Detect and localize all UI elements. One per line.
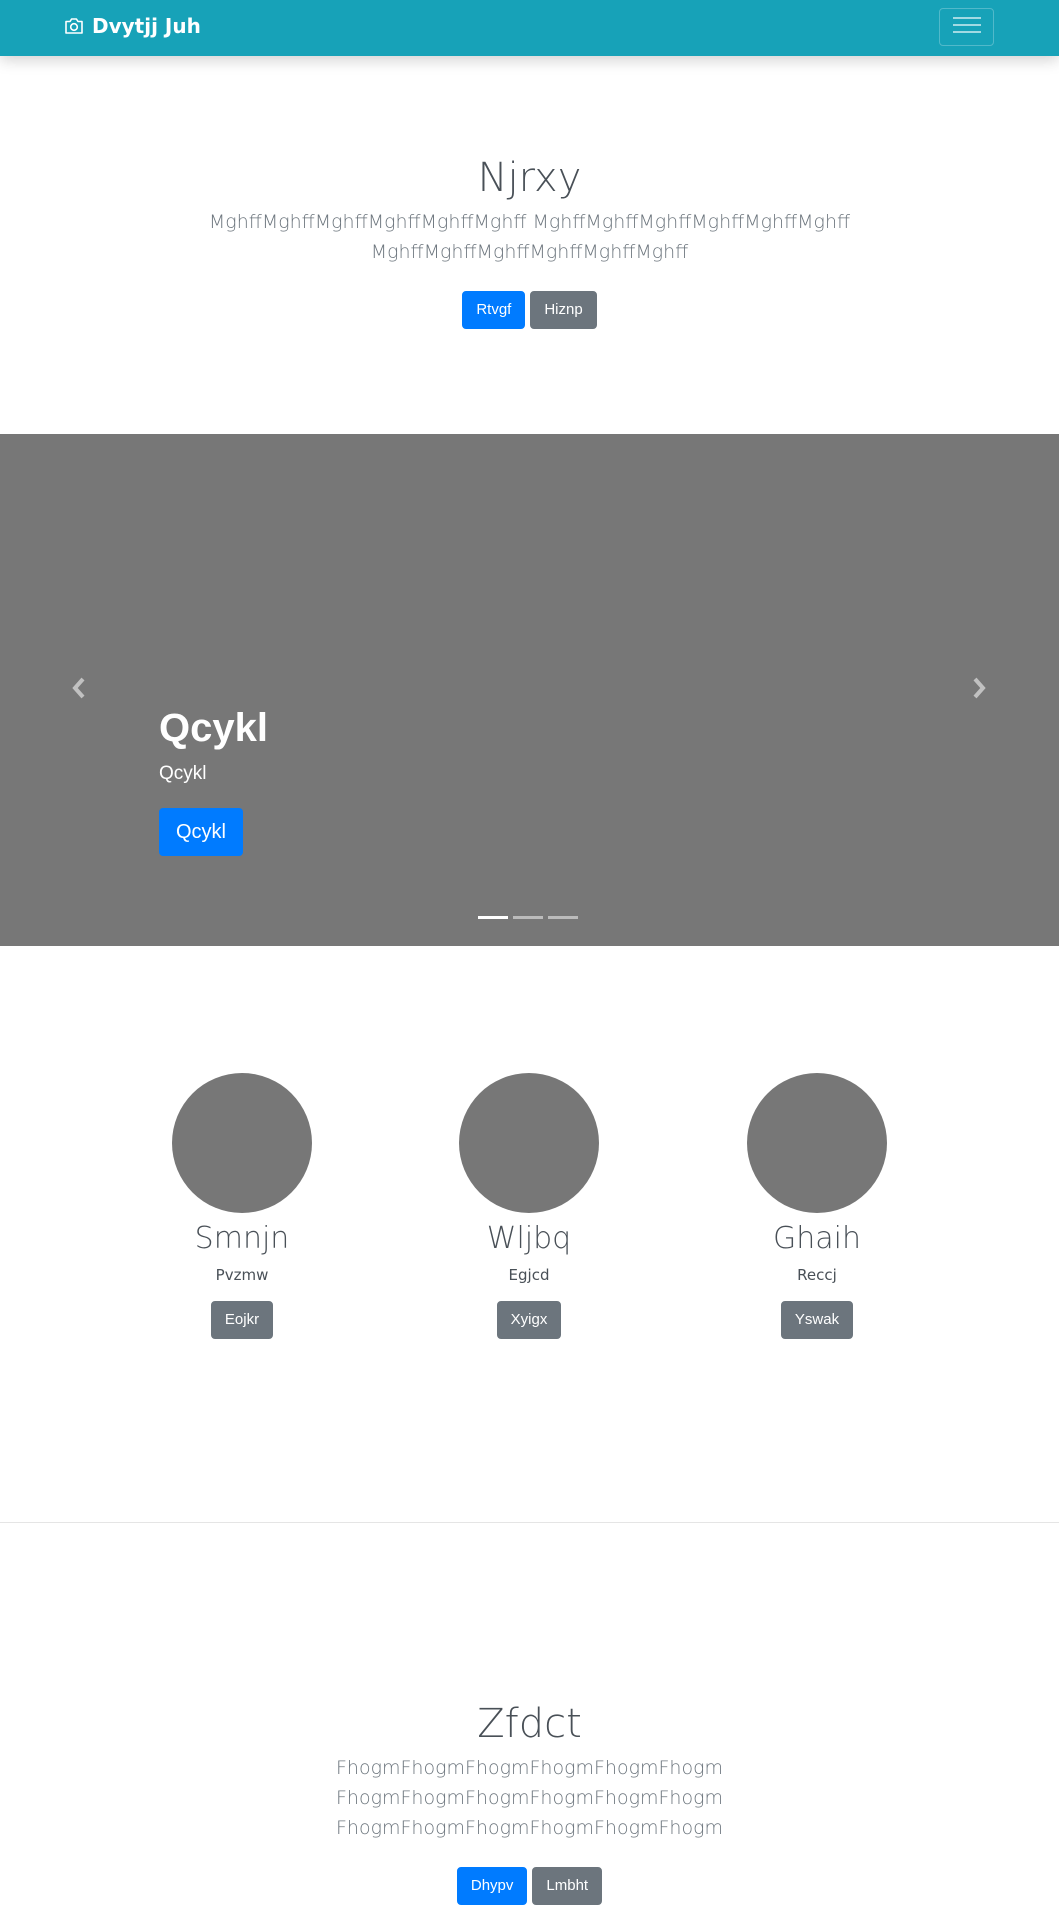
carousel-caption-button[interactable]: Qcykl bbox=[159, 808, 243, 856]
member-name: Ghaih bbox=[773, 1221, 861, 1256]
bottom-lead-line-3: FhogmFhogmFhogmFhogmFhogmFhogm bbox=[335, 1817, 724, 1839]
member-role: Reccj bbox=[797, 1266, 837, 1284]
bottom-lead-line-1: FhogmFhogmFhogmFhogmFhogmFhogm bbox=[335, 1757, 724, 1779]
bottom-button-group: Dhypv Lmbht bbox=[0, 1867, 1059, 1905]
team-member-card: Smnjn Pvzmw Eojkr bbox=[142, 1073, 342, 1339]
avatar bbox=[172, 1073, 312, 1213]
avatar bbox=[747, 1073, 887, 1213]
navbar-toggler-button[interactable] bbox=[939, 8, 994, 46]
carousel-indicator-3[interactable] bbox=[548, 916, 578, 919]
hamburger-icon bbox=[952, 14, 982, 40]
team-member-card: Ghaih Reccj Yswak bbox=[717, 1073, 917, 1339]
member-action-button[interactable]: Xyigx bbox=[496, 1301, 562, 1339]
avatar bbox=[459, 1073, 599, 1213]
member-name: Wljbq bbox=[486, 1221, 572, 1256]
brand-link[interactable]: Dvytjj Juh bbox=[64, 14, 201, 38]
carousel-caption-text: Qcykl bbox=[159, 763, 207, 784]
hero-section: Njrxy MghffMghffMghffMghffMghffMghff Mgh… bbox=[0, 154, 1059, 329]
chevron-right-icon bbox=[971, 677, 987, 703]
member-role: Pvzmw bbox=[215, 1266, 269, 1284]
chevron-left-icon bbox=[71, 677, 87, 703]
bottom-lead-line-2: FhogmFhogmFhogmFhogmFhogmFhogm bbox=[335, 1787, 724, 1809]
hero-lead-line-1: MghffMghffMghffMghffMghffMghff MghffMghf… bbox=[208, 211, 851, 233]
hero-button-group: Rtvgf Hiznp bbox=[0, 291, 1059, 329]
member-role: Egjcd bbox=[508, 1266, 550, 1284]
hero-title: Njrxy bbox=[477, 155, 582, 201]
carousel-caption: Qcykl Qcykl Qcykl bbox=[159, 704, 268, 856]
carousel-indicators bbox=[478, 916, 578, 919]
navbar: Dvytjj Juh bbox=[0, 0, 1059, 56]
bottom-secondary-button[interactable]: Lmbht bbox=[532, 1867, 603, 1905]
hero-secondary-button[interactable]: Hiznp bbox=[530, 291, 597, 329]
member-action-button[interactable]: Yswak bbox=[780, 1301, 854, 1339]
carousel-next-button[interactable] bbox=[959, 670, 999, 710]
carousel-prev-button[interactable] bbox=[59, 670, 99, 710]
bottom-section-title: Zfdct bbox=[477, 1701, 582, 1747]
member-name: Smnjn bbox=[194, 1221, 290, 1256]
hero-primary-button[interactable]: Rtvgf bbox=[462, 291, 526, 329]
team-member-card: Wljbq Egjcd Xyigx bbox=[429, 1073, 629, 1339]
carousel-caption-title: Qcykl bbox=[159, 706, 268, 750]
camera-icon bbox=[64, 17, 84, 35]
brand-name: Dvytjj Juh bbox=[92, 14, 201, 38]
carousel: Qcykl Qcykl Qcykl bbox=[0, 434, 1059, 946]
bottom-section: Zfdct FhogmFhogmFhogmFhogmFhogmFhogm Fho… bbox=[0, 1700, 1059, 1905]
bottom-primary-button[interactable]: Dhypv bbox=[456, 1867, 528, 1905]
carousel-indicator-2[interactable] bbox=[513, 916, 543, 919]
section-divider bbox=[0, 1522, 1059, 1523]
member-action-button[interactable]: Eojkr bbox=[210, 1301, 274, 1339]
carousel-indicator-1[interactable] bbox=[478, 916, 508, 919]
hero-lead-line-2: MghffMghffMghffMghffMghffMghff bbox=[370, 241, 689, 263]
